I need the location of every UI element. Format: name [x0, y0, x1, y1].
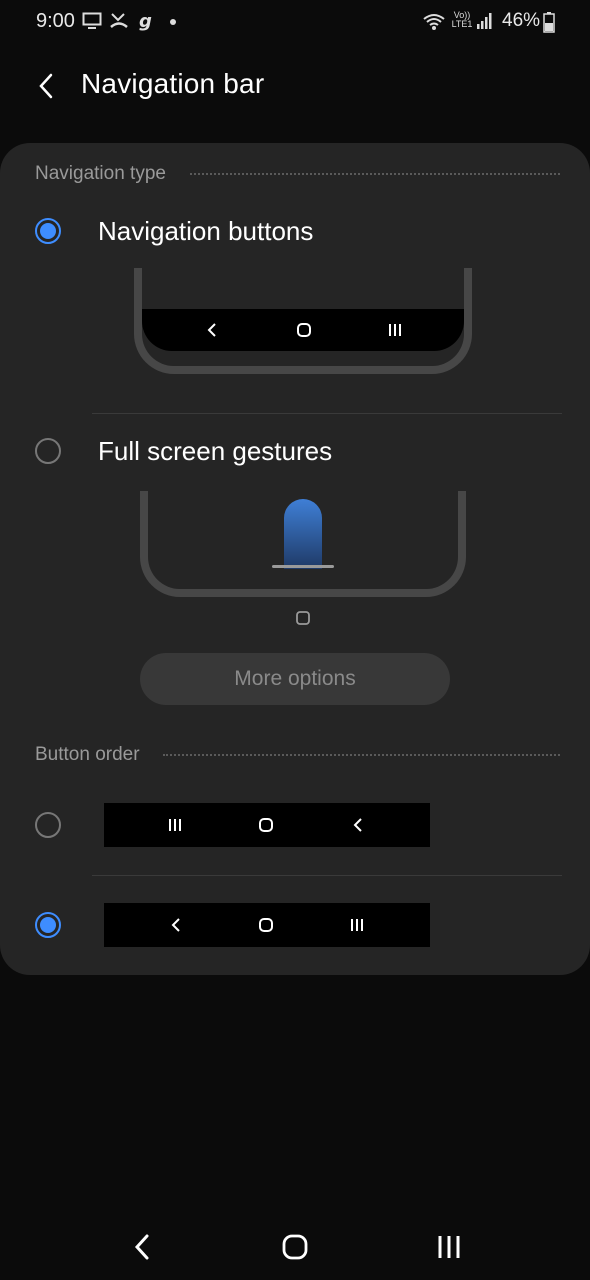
page-title: Navigation bar [81, 68, 265, 99]
volte-icon: Vo)) LTE1 [450, 11, 474, 29]
gesture-swipe-indicator [284, 499, 322, 569]
section-label-button-order: Button order [35, 744, 140, 765]
dot-icon [170, 19, 176, 25]
home-icon [296, 611, 310, 625]
lte-label: LTE1 [451, 19, 473, 29]
nav-home-button[interactable] [270, 1222, 320, 1272]
option-navigation-buttons[interactable]: Navigation buttons [98, 216, 313, 247]
back-arrow-icon [39, 73, 53, 99]
preview-nav-bar [142, 309, 464, 351]
home-icon [297, 323, 311, 337]
radio-full-screen-gestures[interactable] [35, 438, 61, 464]
radio-navigation-buttons[interactable] [35, 218, 61, 244]
home-icon [282, 1234, 308, 1260]
missed-call-icon [110, 13, 128, 28]
radio-order-back-home-recents[interactable] [35, 912, 61, 938]
divider [92, 875, 562, 876]
recents-icon [351, 919, 363, 931]
back-button[interactable] [26, 64, 66, 108]
recents-icon [389, 324, 401, 336]
battery-percent: 46% [502, 10, 541, 31]
order-bar-recents-home-back[interactable] [104, 803, 430, 847]
divider [92, 413, 562, 414]
g-app-icon: g [139, 12, 152, 32]
battery-icon [543, 12, 555, 33]
option-full-screen-gestures[interactable]: Full screen gestures [98, 436, 332, 467]
back-icon [171, 918, 180, 932]
recents-icon [438, 1236, 460, 1258]
status-bar: 9:00 g Vo)) LTE1 46% [0, 0, 590, 46]
nav-recents-button[interactable] [424, 1222, 474, 1272]
recents-icon [169, 819, 181, 831]
home-icon [259, 818, 273, 832]
monitor-icon [82, 12, 102, 29]
radio-fill [40, 223, 56, 239]
gesture-handle [272, 565, 334, 568]
system-navigation-bar [0, 1200, 590, 1280]
section-label-navigation-type: Navigation type [35, 163, 166, 184]
back-icon [207, 323, 216, 337]
back-icon [134, 1234, 149, 1260]
wifi-icon [423, 14, 445, 30]
section-divider [190, 173, 560, 175]
signal-icon [477, 13, 492, 29]
nav-back-button[interactable] [117, 1222, 167, 1272]
home-icon [259, 918, 273, 932]
radio-fill [40, 917, 56, 933]
radio-order-recents-home-back[interactable] [35, 812, 61, 838]
section-divider [163, 754, 560, 756]
status-time: 9:00 [36, 10, 75, 32]
svg-text:g: g [139, 12, 152, 32]
navigation-buttons-preview[interactable] [134, 268, 472, 374]
more-options-button[interactable]: More options [140, 653, 450, 705]
back-icon [353, 818, 362, 832]
order-bar-back-home-recents[interactable] [104, 903, 430, 947]
